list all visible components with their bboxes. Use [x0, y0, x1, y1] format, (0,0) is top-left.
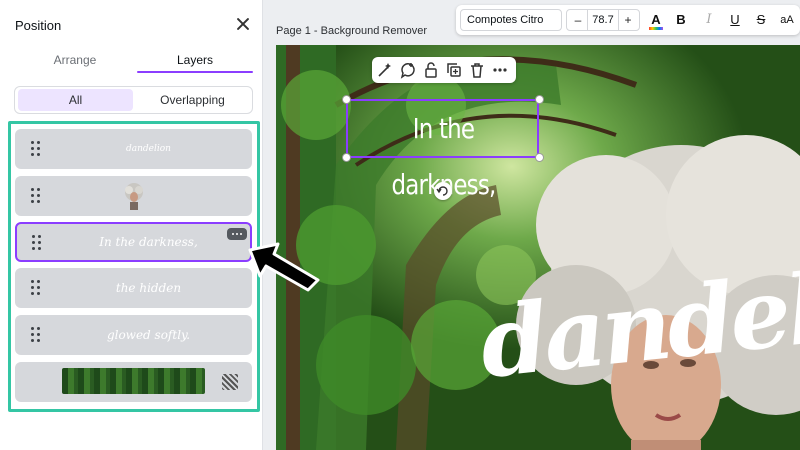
more-icon[interactable]: [491, 61, 509, 79]
drag-handle-icon[interactable]: [31, 188, 41, 204]
resize-handle-bottom-right[interactable]: [535, 153, 544, 162]
decrease-size-button[interactable]: –: [569, 10, 587, 30]
bold-button[interactable]: B: [670, 9, 692, 31]
background-pattern-icon: [222, 374, 238, 390]
filter-all[interactable]: All: [18, 89, 133, 111]
text-color-swatch: [649, 27, 663, 30]
drag-handle-icon[interactable]: [32, 235, 42, 251]
forest-thumbnail: [62, 368, 205, 394]
layer-item-dandelion[interactable]: dandelion: [15, 129, 252, 169]
tab-layers[interactable]: Layers: [137, 53, 253, 67]
layer-item-glowed-softly[interactable]: glowed softly.: [15, 315, 252, 355]
layer-label: the hidden: [115, 281, 182, 295]
underline-button[interactable]: U: [724, 9, 746, 31]
layer-item-background[interactable]: [15, 362, 252, 402]
resize-handle-top-left[interactable]: [342, 95, 351, 104]
font-size-stepper: – 78.7 +: [566, 9, 640, 31]
more-options-icon[interactable]: [227, 228, 247, 240]
increase-size-button[interactable]: +: [619, 10, 637, 30]
drag-handle-icon[interactable]: [31, 280, 41, 296]
italic-button[interactable]: I: [698, 9, 720, 31]
letter-case-button[interactable]: aA: [776, 9, 798, 31]
font-size-input[interactable]: 78.7: [587, 10, 619, 30]
drag-handle-icon[interactable]: [31, 141, 41, 157]
page-label: Page 1 - Background Remover: [276, 25, 428, 37]
active-tab-indicator: [137, 71, 253, 73]
strikethrough-button[interactable]: S: [750, 9, 772, 31]
comment-icon[interactable]: [399, 61, 417, 79]
duplicate-icon[interactable]: [445, 61, 463, 79]
tab-arrange[interactable]: Arrange: [17, 53, 133, 67]
element-context-toolbar: [372, 57, 516, 83]
layer-item-the-hidden[interactable]: the hidden: [15, 268, 252, 308]
panel-title: Position: [15, 18, 62, 33]
layer-item-in-the-darkness[interactable]: In the darkness,: [15, 222, 252, 262]
close-icon[interactable]: [233, 14, 253, 34]
resize-handle-top-right[interactable]: [535, 95, 544, 104]
person-thumbnail-icon: [125, 183, 143, 210]
lock-icon[interactable]: [422, 61, 440, 79]
resize-handle-bottom-left[interactable]: [342, 153, 351, 162]
layer-filter: All Overlapping: [14, 86, 253, 114]
filter-overlapping[interactable]: Overlapping: [135, 89, 250, 111]
text-toolbar: Compotes Citro – 78.7 + A B I U S aA: [456, 5, 800, 35]
layer-label: glowed softly.: [106, 328, 191, 342]
position-panel: Position Arrange Layers All Overlapping …: [0, 0, 263, 450]
layer-label: In the darkness,: [99, 235, 198, 249]
trash-icon[interactable]: [468, 61, 486, 79]
layer-label: dandelion: [126, 144, 171, 154]
drag-handle-icon[interactable]: [31, 327, 41, 343]
arrow-pointer-icon: [248, 242, 320, 292]
selected-text-element[interactable]: In the darkness,: [364, 101, 522, 201]
layer-item-image[interactable]: [15, 176, 252, 216]
font-family-select[interactable]: Compotes Citro: [460, 9, 562, 31]
magic-write-icon[interactable]: [376, 61, 394, 79]
rotate-icon[interactable]: [434, 182, 452, 200]
